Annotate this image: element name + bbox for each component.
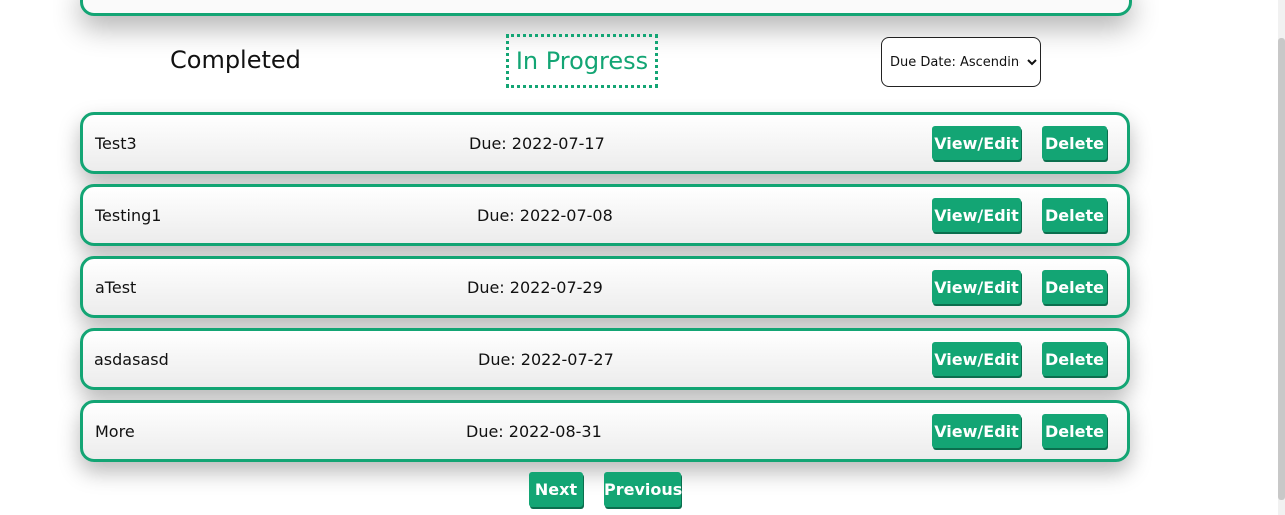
scrollbar-thumb[interactable] [1278, 38, 1285, 500]
task-due-date: Due: 2022-07-17 [469, 134, 605, 153]
task-due-date: Due: 2022-08-31 [466, 422, 602, 441]
tab-in-progress[interactable]: In Progress [506, 34, 658, 88]
task-name: asdasasd [94, 350, 169, 369]
view-edit-button[interactable]: View/Edit [932, 342, 1021, 376]
filter-bar: Completed In Progress Due Date: Ascendin… [0, 0, 1285, 110]
delete-button[interactable]: Delete [1042, 198, 1107, 232]
task-row: More Due: 2022-08-31 View/Edit Delete [80, 400, 1130, 462]
task-due-date: Due: 2022-07-08 [477, 206, 613, 225]
task-row: aTest Due: 2022-07-29 View/Edit Delete [80, 256, 1130, 318]
view-edit-button[interactable]: View/Edit [932, 198, 1021, 232]
view-edit-button[interactable]: View/Edit [932, 126, 1021, 160]
delete-button[interactable]: Delete [1042, 126, 1107, 160]
task-row: asdasasd Due: 2022-07-27 View/Edit Delet… [80, 328, 1130, 390]
task-due-date: Due: 2022-07-29 [467, 278, 603, 297]
delete-button[interactable]: Delete [1042, 414, 1107, 448]
previous-page-button[interactable]: Previous [604, 472, 682, 507]
task-list: Test3 Due: 2022-07-17 View/Edit Delete T… [80, 112, 1132, 472]
vertical-scrollbar[interactable] [1278, 0, 1285, 515]
page: Completed In Progress Due Date: Ascendin… [0, 0, 1285, 515]
tab-completed[interactable]: Completed [170, 46, 301, 74]
view-edit-button[interactable]: View/Edit [932, 270, 1021, 304]
next-page-button[interactable]: Next [529, 472, 583, 507]
task-name: aTest [95, 278, 137, 297]
view-edit-button[interactable]: View/Edit [932, 414, 1021, 448]
task-name: Testing1 [95, 206, 162, 225]
task-due-date: Due: 2022-07-27 [478, 350, 614, 369]
task-name: More [95, 422, 135, 441]
task-name: Test3 [95, 134, 137, 153]
delete-button[interactable]: Delete [1042, 270, 1107, 304]
delete-button[interactable]: Delete [1042, 342, 1107, 376]
task-row: Test3 Due: 2022-07-17 View/Edit Delete [80, 112, 1130, 174]
task-row: Testing1 Due: 2022-07-08 View/Edit Delet… [80, 184, 1130, 246]
sort-select[interactable]: Due Date: Ascending [881, 37, 1041, 87]
